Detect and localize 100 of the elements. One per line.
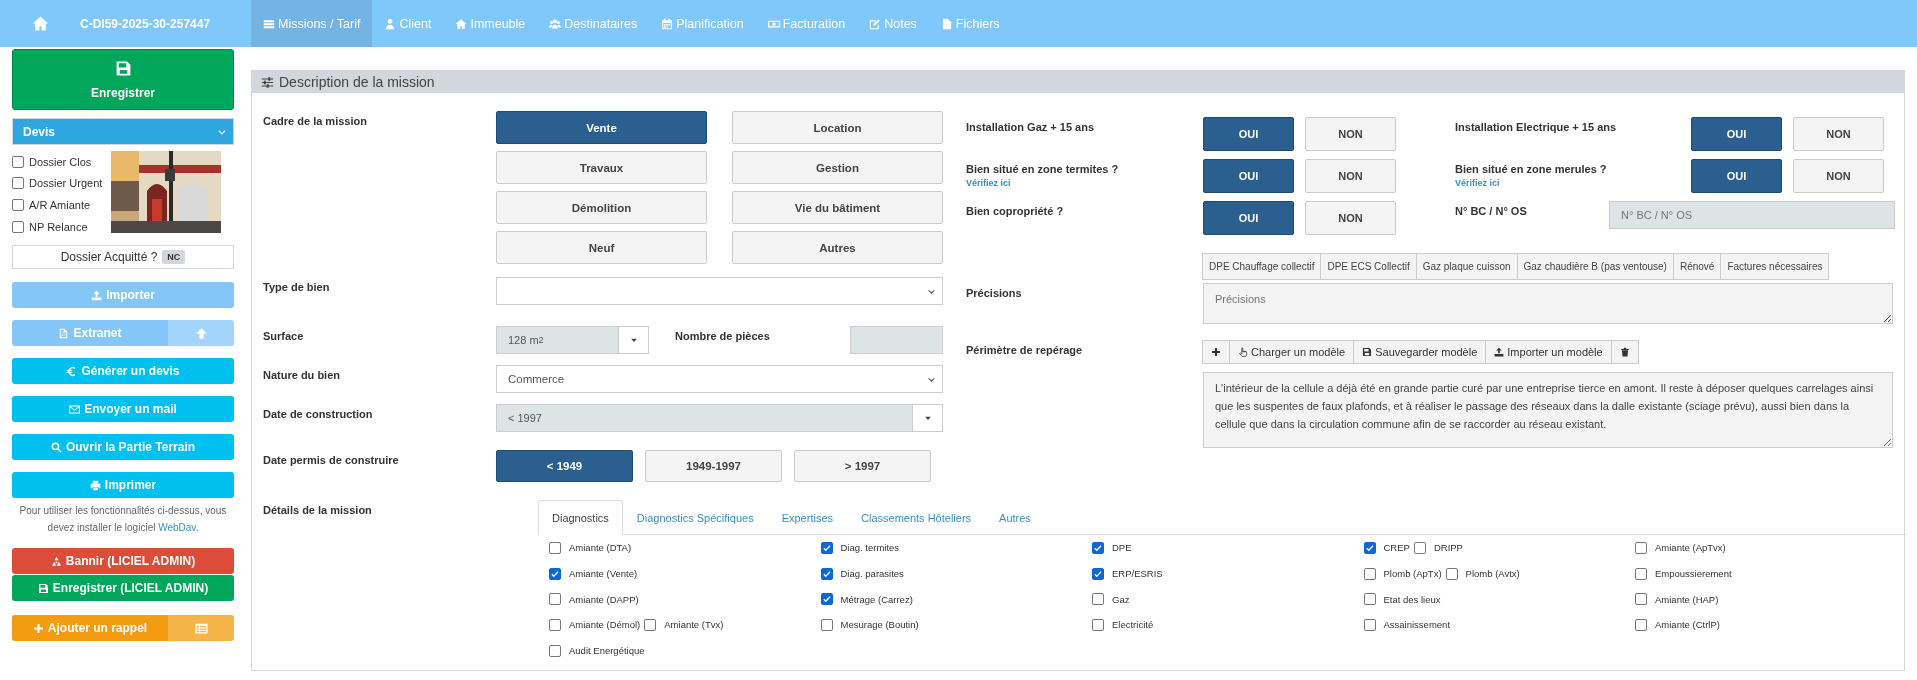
option-button[interactable]: Vente xyxy=(496,111,707,144)
checkbox[interactable] xyxy=(1445,567,1458,580)
checkbox[interactable] xyxy=(549,644,561,657)
tag-button[interactable]: DPE ECS Collectif xyxy=(1320,253,1417,280)
option-button[interactable]: < 1949 xyxy=(496,450,633,482)
tab[interactable]: Expertises xyxy=(767,500,847,535)
checkbox-label[interactable]: Métrage (Carrez) xyxy=(840,593,913,605)
tag-button[interactable]: Gaz plaque cuisson xyxy=(1415,253,1518,280)
tab[interactable]: Diagnostics xyxy=(538,500,623,535)
checkbox-label[interactable]: A/R Amiante xyxy=(29,199,91,211)
option-button[interactable]: > 1997 xyxy=(794,450,931,482)
checkbox-label[interactable]: DRIPP xyxy=(1433,542,1463,554)
tag-button[interactable]: Gaz chaudière B (pas ventouse) xyxy=(1516,253,1674,280)
checkbox[interactable] xyxy=(1363,593,1376,606)
option-button[interactable]: Vie du bâtiment xyxy=(732,191,943,224)
checkbox[interactable] xyxy=(1635,567,1647,580)
select-field[interactable]: Commerce xyxy=(496,365,943,393)
checkbox[interactable] xyxy=(1363,618,1376,631)
checkbox[interactable] xyxy=(12,155,24,168)
checkbox-label[interactable]: Amiante (HAP) xyxy=(1655,593,1719,605)
input-field[interactable] xyxy=(850,326,943,354)
checkbox[interactable] xyxy=(1635,593,1647,606)
tab[interactable]: Classements Hôteliers xyxy=(847,500,986,535)
checkbox[interactable] xyxy=(549,541,561,554)
tag-button[interactable]: DPE Chauffage collectif xyxy=(1202,253,1322,280)
text-area[interactable]: Précisions xyxy=(1203,283,1893,324)
verify-link[interactable]: Vérifiez ici xyxy=(1455,178,1691,188)
option-button[interactable]: Location xyxy=(732,111,943,144)
checkbox-label[interactable]: Amiante (Démol) xyxy=(569,619,641,631)
delete-button[interactable] xyxy=(1610,340,1639,364)
checkbox[interactable] xyxy=(644,618,657,631)
option-button[interactable]: 1949-1997 xyxy=(645,450,782,482)
checkbox-label[interactable]: Amiante (ApTvx) xyxy=(1655,542,1726,554)
option-button[interactable]: Travaux xyxy=(496,151,707,184)
checkbox-label[interactable]: Gaz xyxy=(1112,593,1130,605)
option-button[interactable]: NON xyxy=(1305,159,1396,193)
checkbox-label[interactable]: Assainissement xyxy=(1383,619,1451,631)
option-button[interactable]: OUI xyxy=(1691,117,1782,151)
checkbox[interactable] xyxy=(1092,567,1104,580)
checkbox[interactable] xyxy=(1092,541,1104,554)
checkbox[interactable] xyxy=(1363,541,1376,554)
checkbox-label[interactable]: CREP xyxy=(1383,542,1410,554)
checkbox-label[interactable]: ERP/ESRIS xyxy=(1112,568,1163,580)
construction-date-field[interactable]: < 1997 xyxy=(496,404,943,432)
select-field[interactable] xyxy=(496,277,943,305)
tab[interactable]: Diagnostics Spécifiques xyxy=(622,500,768,535)
option-button[interactable]: Gestion xyxy=(732,151,943,184)
checkbox[interactable] xyxy=(820,593,833,606)
checkbox-label[interactable]: Etat des lieux xyxy=(1383,593,1441,605)
option-button[interactable]: Neuf xyxy=(496,231,707,264)
checkbox-label[interactable]: Mesurage (Boutin) xyxy=(840,619,919,631)
option-button[interactable]: OUI xyxy=(1203,201,1294,235)
toolbar-button[interactable]: Charger un modèle xyxy=(1229,340,1355,364)
checkbox[interactable] xyxy=(549,618,561,631)
checkbox-label[interactable]: DPE xyxy=(1112,542,1132,554)
toolbar-button[interactable]: Importer un modèle xyxy=(1485,340,1612,364)
tab[interactable]: Autres xyxy=(985,500,1045,535)
toolbar-button[interactable]: Sauvegarder modèle xyxy=(1353,340,1487,364)
checkbox-label[interactable]: NP Relance xyxy=(29,220,88,233)
checkbox-label[interactable]: Plomb (ApTx) xyxy=(1383,568,1442,580)
add-button[interactable] xyxy=(1202,340,1230,364)
option-button[interactable]: NON xyxy=(1793,159,1884,193)
checkbox[interactable] xyxy=(1635,618,1647,631)
checkbox-label[interactable]: Amiante (CtrlP) xyxy=(1655,619,1720,631)
checkbox-label[interactable]: Electricité xyxy=(1112,619,1154,631)
checkbox-label[interactable]: Diag. termites xyxy=(840,542,900,554)
checkbox-label[interactable]: Amiante (DAPP) xyxy=(569,593,639,605)
checkbox-label[interactable]: Empoussierement xyxy=(1655,568,1732,580)
option-button[interactable]: OUI xyxy=(1203,117,1294,151)
option-button[interactable]: OUI xyxy=(1203,159,1294,193)
text-area[interactable]: L'intérieur de la cellule a déjà été en grande partie curé par une entreprise tierce en amont. Il reste à déposer quelques carrelages ainsi que les suspentes de faux plafonds, et à réaliser le passage des réseaux dans la dalle existante (sciage prévu), aussi bien dans la cellule que dans la circulation commune afin de se raccorder au réseau existant. xyxy=(1203,372,1893,448)
checkbox-label[interactable]: Dossier Urgent xyxy=(29,177,103,190)
checkbox-label[interactable]: Audit Energétique xyxy=(569,645,645,657)
checkbox[interactable] xyxy=(12,199,24,211)
webdav-link[interactable]: WebDav xyxy=(158,522,196,534)
checkbox-label[interactable]: Plomb (Avtx) xyxy=(1465,568,1520,580)
option-button[interactable]: OUI xyxy=(1691,159,1782,193)
option-button[interactable]: Autres xyxy=(732,231,943,264)
option-button[interactable]: Démolition xyxy=(496,191,707,224)
checkbox[interactable] xyxy=(820,567,833,580)
checkbox[interactable] xyxy=(820,618,833,631)
checkbox-label[interactable]: Amiante (Vente) xyxy=(569,568,638,580)
option-button[interactable]: NON xyxy=(1305,117,1396,151)
checkbox[interactable] xyxy=(1413,541,1426,554)
checkbox[interactable] xyxy=(549,593,561,606)
checkbox[interactable] xyxy=(1092,593,1104,606)
checkbox[interactable] xyxy=(820,541,833,554)
checkbox[interactable] xyxy=(12,220,24,233)
checkbox[interactable] xyxy=(549,567,561,580)
option-button[interactable]: NON xyxy=(1793,117,1884,151)
checkbox-label[interactable]: Amiante (Tvx) xyxy=(664,619,724,631)
action-button[interactable]: Bannir (LICIEL ADMIN) xyxy=(12,548,234,575)
checkbox[interactable] xyxy=(1363,567,1376,580)
tag-button[interactable]: Factures nécessaires xyxy=(1720,253,1830,280)
checkbox-label[interactable]: Dossier Clos xyxy=(29,155,92,168)
checkbox[interactable] xyxy=(1092,618,1104,631)
checkbox[interactable] xyxy=(1635,541,1647,554)
checkbox-label[interactable]: Amiante (DTA) xyxy=(569,542,632,554)
tag-button[interactable]: Rénové xyxy=(1672,253,1722,280)
verify-link[interactable]: Vérifiez ici xyxy=(966,178,1203,188)
